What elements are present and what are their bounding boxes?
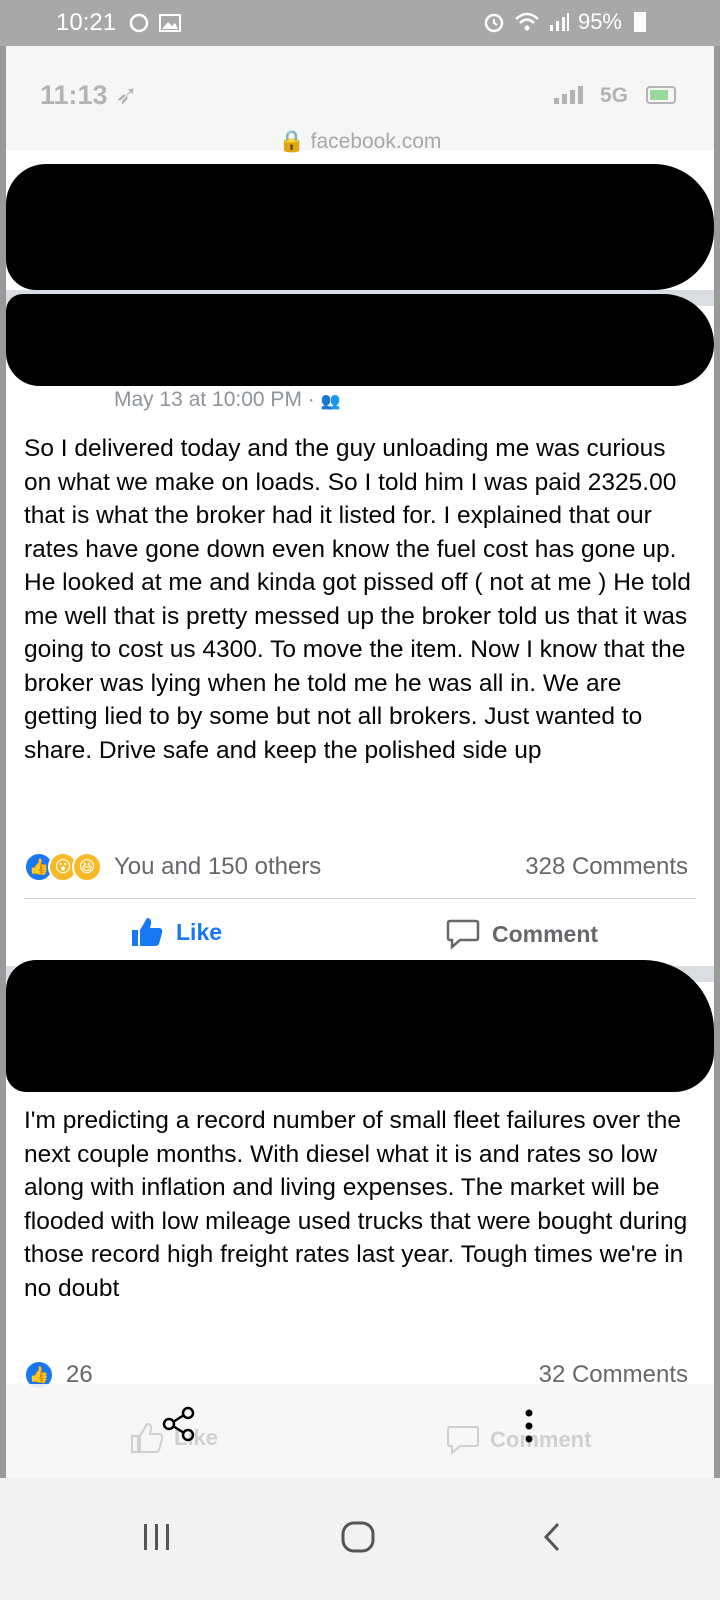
address-bar[interactable]: 🔒 facebook.com <box>6 130 714 154</box>
android-status-bar: 10:21 95% <box>0 0 720 46</box>
android-nav-bar <box>0 1478 720 1600</box>
recent-apps-icon[interactable] <box>140 1520 174 1554</box>
divider <box>24 898 696 899</box>
post-body: So I delivered today and the guy unloadi… <box>24 435 691 764</box>
comments-count[interactable]: 328 Comments <box>525 853 688 881</box>
reactions-summary[interactable]: 👍 😮 😆 You and 150 others <box>24 852 321 882</box>
share-icon[interactable] <box>162 1406 196 1442</box>
more-icon[interactable] <box>524 1408 534 1444</box>
ios-battery-icon <box>646 86 676 104</box>
like-button[interactable]: Like <box>130 916 222 948</box>
post-timestamp: May 13 at 10:00 PM · 👥 <box>114 388 341 411</box>
battery-icon <box>634 12 646 32</box>
alarm-icon <box>484 13 504 33</box>
comment-button[interactable]: Comment <box>446 1424 591 1456</box>
comment-button[interactable]: Comment <box>446 918 598 950</box>
comment-icon <box>446 919 480 950</box>
ios-status-bar: 11:13 ➶ 5G 🔒 facebook.com <box>6 46 714 153</box>
browser-toolbar: Like Comment <box>6 1384 714 1478</box>
sync-icon <box>129 13 149 33</box>
like-icon <box>132 918 163 946</box>
back-icon[interactable] <box>540 1520 564 1554</box>
friends-audience-icon: 👥 <box>320 393 341 410</box>
haha-icon: 😆 <box>72 852 102 882</box>
redaction-3 <box>6 960 714 1092</box>
signal-icon <box>549 13 569 31</box>
comment-icon <box>447 1426 479 1456</box>
reactions-text: You and 150 others <box>114 853 322 880</box>
battery-percent: 95% <box>577 9 622 34</box>
cellular-signal-icon <box>554 86 583 104</box>
screenshot-frame: 11:13 ➶ 5G 🔒 facebook.com May 13 at 10:0… <box>6 46 714 1478</box>
ios-clock: 11:13 ➶ <box>40 80 138 110</box>
android-clock: 10:21 <box>56 9 117 36</box>
redaction-1 <box>6 164 714 290</box>
network-type: 5G <box>600 84 629 107</box>
home-icon[interactable] <box>340 1520 376 1554</box>
lock-icon: 🔒 <box>278 130 305 153</box>
redaction-2 <box>6 294 714 386</box>
image-icon <box>159 14 181 32</box>
url-text: facebook.com <box>310 130 442 153</box>
wifi-icon <box>515 12 539 31</box>
post-body: I'm predicting a record number of small … <box>24 1107 688 1302</box>
like-icon <box>131 1422 164 1453</box>
